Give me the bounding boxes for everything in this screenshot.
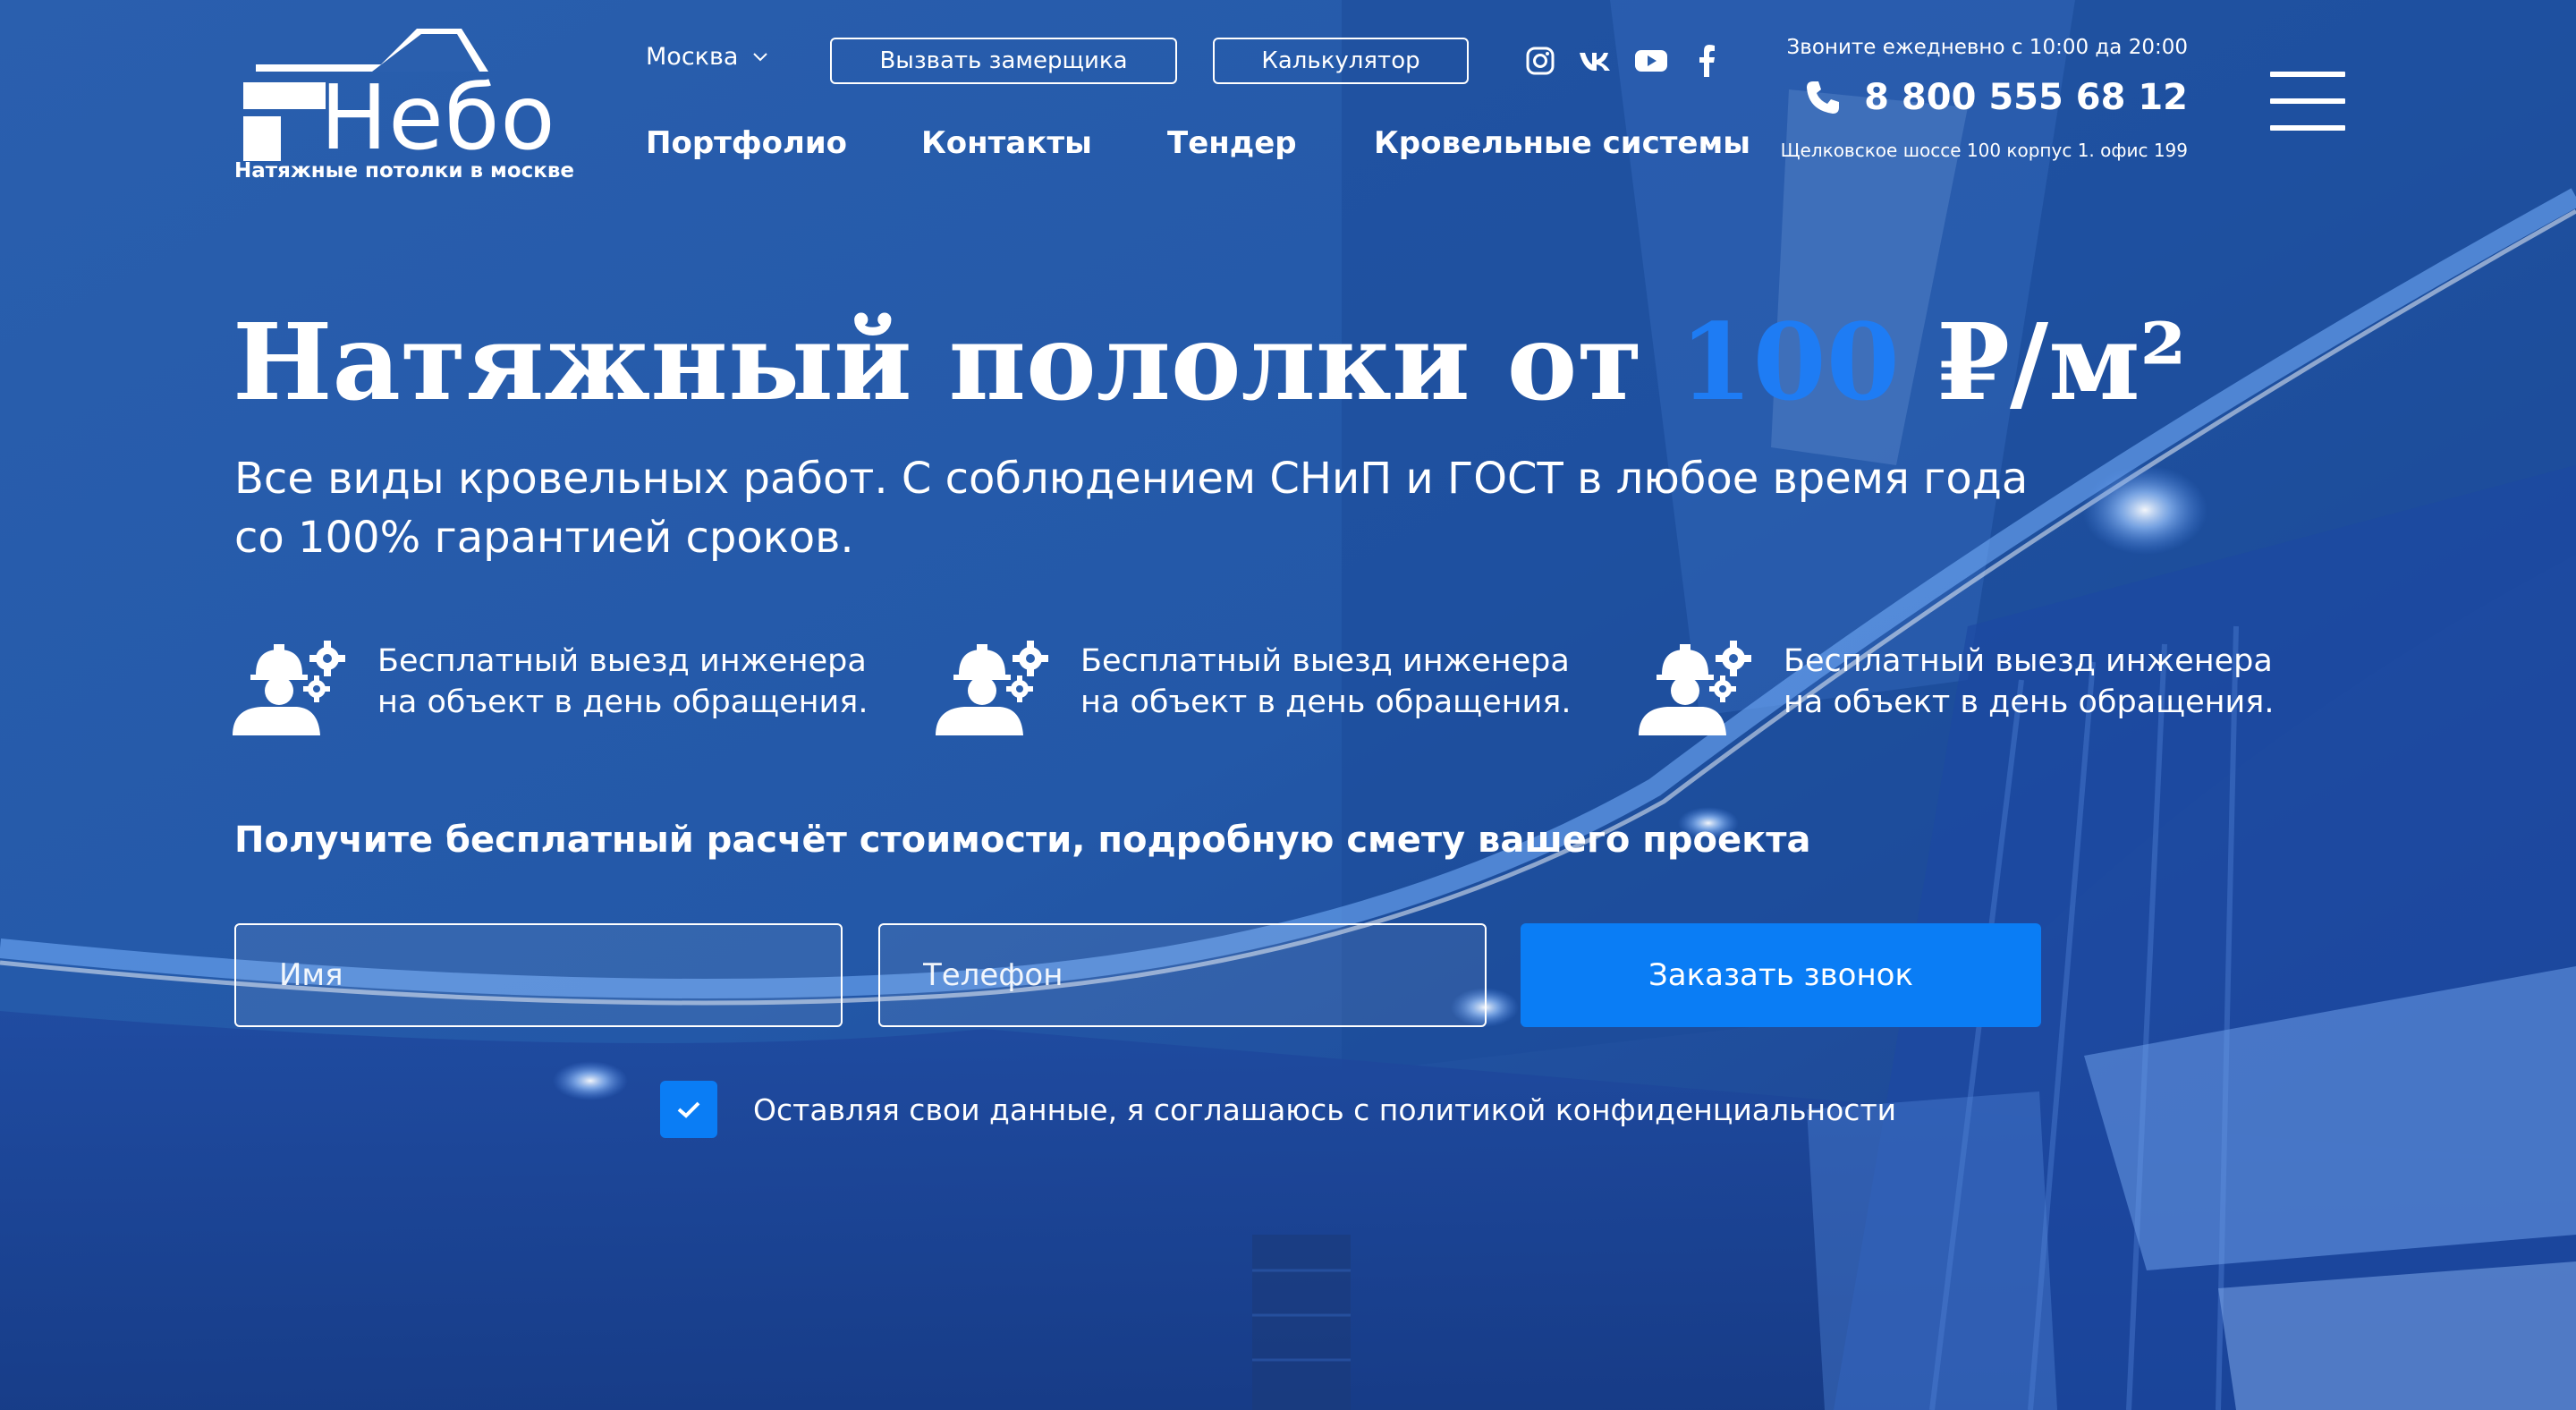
checkmark-icon bbox=[677, 1101, 700, 1118]
order-call-button[interactable]: Заказать звонок bbox=[1521, 923, 2041, 1027]
youtube-icon[interactable] bbox=[1633, 43, 1669, 79]
city-selector[interactable]: Москва bbox=[646, 43, 768, 71]
feature-item: Бесплатный выезд инженера на объект в де… bbox=[231, 637, 868, 735]
hero-title-prefix: Натяжный пололки от bbox=[233, 300, 1680, 424]
instagram-icon[interactable] bbox=[1522, 43, 1558, 79]
hamburger-menu-icon[interactable] bbox=[2270, 72, 2345, 134]
phone-icon bbox=[1807, 81, 1840, 114]
engineer-gears-icon bbox=[936, 641, 1048, 735]
hero-title-price: 100 bbox=[1679, 300, 1900, 424]
feature-line: на объект в день обращения. bbox=[1080, 684, 1572, 720]
feature-line: Бесплатный выезд инженера bbox=[1080, 643, 1570, 679]
feature-line: Бесплатный выезд инженера bbox=[377, 643, 867, 679]
phone-number: 8 800 555 68 12 bbox=[1864, 77, 2188, 118]
nav-tender[interactable]: Тендер bbox=[1167, 125, 1297, 161]
feature-item: Бесплатный выезд инженера на объект в де… bbox=[934, 637, 1571, 735]
hero-subtitle-line: Все виды кровельных работ. С соблюдением… bbox=[234, 454, 2029, 504]
vk-icon[interactable] bbox=[1578, 43, 1614, 79]
engineer-gears-icon bbox=[1639, 641, 1751, 735]
feature-text: Бесплатный выезд инженера на объект в де… bbox=[377, 637, 868, 723]
office-address: Щелковское шоссе 100 корпус 1. офис 199 bbox=[1780, 140, 2188, 161]
form-title: Получите бесплатный расчёт стоимости, по… bbox=[234, 820, 1811, 861]
city-label: Москва bbox=[646, 43, 739, 71]
hero-title: Натяжный пололки от 100 ₽/м² bbox=[233, 295, 2186, 429]
feature-text: Бесплатный выезд инженера на объект в де… bbox=[1784, 637, 2274, 723]
hero-subtitle: Все виды кровельных работ. С соблюдением… bbox=[234, 449, 2202, 567]
logo-subtitle: Натяжные потолки в москве bbox=[234, 159, 575, 183]
feature-item: Бесплатный выезд инженера на объект в де… bbox=[1637, 637, 2274, 735]
hero-title-suffix: ₽/м² bbox=[1899, 300, 2187, 424]
name-input[interactable] bbox=[234, 923, 843, 1027]
logo-wordmark: Небо bbox=[320, 65, 556, 170]
chevron-down-icon bbox=[753, 52, 768, 61]
engineer-gears-icon bbox=[233, 641, 345, 735]
phone-input[interactable] bbox=[878, 923, 1487, 1027]
consent-text: Оставляя свои данные, я соглашаюсь с пол… bbox=[753, 1091, 1897, 1127]
consent-checkbox[interactable] bbox=[660, 1081, 717, 1138]
working-hours: Звоните ежедневно с 10:00 да 20:00 bbox=[1786, 36, 2188, 59]
facebook-icon[interactable] bbox=[1689, 43, 1724, 79]
nav-contacts[interactable]: Контакты bbox=[921, 125, 1092, 161]
feature-line: на объект в день обращения. bbox=[1784, 684, 2275, 720]
feature-text: Бесплатный выезд инженера на объект в де… bbox=[1080, 637, 1571, 723]
feature-line: на объект в день обращения. bbox=[377, 684, 869, 720]
logo[interactable]: Небо Натяжные потолки в москве bbox=[234, 20, 592, 190]
call-measurer-button[interactable]: Вызвать замерщика bbox=[830, 38, 1177, 84]
nav-roofing-systems[interactable]: Кровельные системы bbox=[1374, 125, 1750, 161]
hero-subtitle-line: со 100% гарантией сроков. bbox=[234, 513, 854, 563]
phone-link[interactable]: 8 800 555 68 12 bbox=[1789, 77, 2188, 118]
calculator-button[interactable]: Калькулятор bbox=[1213, 38, 1469, 84]
nav-portfolio[interactable]: Портфолио bbox=[646, 125, 847, 161]
consent-row: Оставляя свои данные, я соглашаюсь с пол… bbox=[660, 1081, 1896, 1138]
feature-line: Бесплатный выезд инженера bbox=[1784, 643, 2273, 679]
